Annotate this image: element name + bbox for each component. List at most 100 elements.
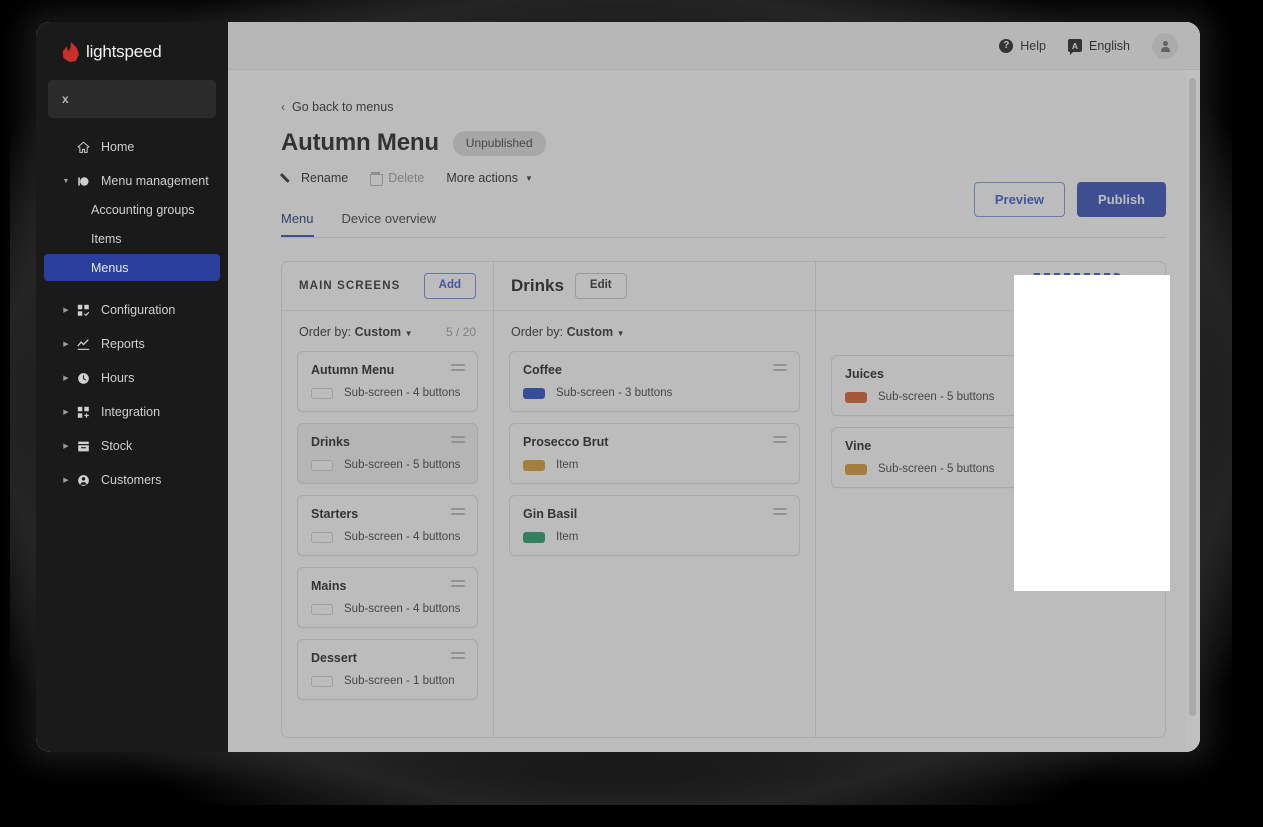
card-subtitle: Sub-screen - 4 buttons [344,387,461,399]
drag-handle-icon[interactable] [451,364,465,371]
card-subtitle: Sub-screen - 5 buttons [878,391,995,403]
screen-card[interactable]: Drinks Sub-screen - 5 buttons [297,423,478,484]
drag-handle-icon[interactable] [773,436,787,443]
status-badge: Unpublished [452,130,546,156]
scrollbar-thumb[interactable] [1189,78,1196,716]
sidebar-search-input[interactable]: x [48,80,216,118]
preview-button[interactable]: Preview [973,182,1066,217]
drinks-header: Drinks Edit [494,262,815,311]
sidebar-item-label: Customers [101,473,162,487]
screen-card[interactable]: Autumn Menu Sub-screen - 4 buttons [297,351,478,412]
screen-card[interactable]: Mains Sub-screen - 4 buttons [297,567,478,628]
sidebar-item-integration[interactable]: ▶ Integration [44,397,220,427]
header-actions: Preview Publish [973,182,1166,217]
drag-handle-icon[interactable] [451,652,465,659]
hours-icon [74,372,92,385]
vertical-scrollbar[interactable] [1189,78,1196,733]
translate-icon: A [1068,39,1082,55]
main-screens-header: MAIN SCREENS Add [282,262,493,311]
order-by-label: Order by: [299,325,352,339]
drink-card[interactable]: Coffee Sub-screen - 3 buttons [509,351,800,412]
help-button[interactable]: ? Help [999,38,1046,53]
chevron-right-icon[interactable]: ▶ [58,341,74,348]
delete-label: Delete [388,171,425,185]
more-actions-button[interactable]: More actions ▼ [446,171,532,185]
chevron-right-icon[interactable]: ▶ [58,375,74,382]
sidebar-item-hours[interactable]: ▶ Hours [44,363,220,393]
card-subtitle: Sub-screen - 5 buttons [344,459,461,471]
drag-handle-icon[interactable] [451,508,465,515]
card-subtitle: Item [556,531,579,543]
menu-management-icon [74,175,92,188]
color-chip [311,459,333,471]
main-screens-orderbar: Order by: Custom ▼ 5 / 20 [282,311,493,345]
screen-counter: 5 / 20 [445,325,476,339]
back-to-menus-link[interactable]: ‹ Go back to menus [281,100,1166,114]
spotlight-region [1014,275,1170,591]
card-subtitle: Sub-screen - 5 buttons [878,463,995,475]
screen-card[interactable]: Dessert Sub-screen - 1 button [297,639,478,700]
edit-drinks-button[interactable]: Edit [574,273,627,299]
order-by-value: Custom [566,325,614,339]
card-meta: Item [523,531,786,543]
sidebar-subitem-accounting-groups[interactable]: Accounting groups [44,196,220,223]
chevron-right-icon[interactable]: ▶ [58,307,74,314]
drink-card[interactable]: Gin Basil Item [509,495,800,556]
top-bar: ? Help A English [228,22,1200,70]
order-by-dropdown[interactable]: Order by: Custom ▼ [299,325,413,339]
sidebar-subitem-menus[interactable]: Menus [44,254,220,281]
color-chip [311,675,333,687]
chevron-down-icon: ▼ [404,329,413,338]
drinks-column: Drinks Edit Order by: Custom ▼ Coffee Su… [494,262,816,737]
drag-handle-icon[interactable] [451,436,465,443]
sidebar-subitem-items[interactable]: Items [44,225,220,252]
sidebar-subitem-label: Menus [91,260,129,275]
sidebar-item-reports[interactable]: ▶ Reports [44,329,220,359]
drag-handle-icon[interactable] [451,580,465,587]
color-chip [311,387,333,399]
card-title: Gin Basil [523,507,578,521]
sidebar-item-configuration[interactable]: ▶ Configuration [44,295,220,325]
main-screens-title: MAIN SCREENS [299,280,401,292]
sidebar-item-label: Hours [101,371,135,385]
drinks-card-list: Coffee Sub-screen - 3 buttons Prosecco B… [494,345,815,737]
drag-handle-icon[interactable] [773,364,787,371]
sidebar-item-customers[interactable]: ▶ Customers [44,465,220,495]
chevron-down-icon: ▼ [524,173,533,183]
sidebar-divider-gap [36,281,228,295]
publish-button[interactable]: Publish [1077,182,1166,217]
application-window: lightspeed x Home ▼ Menu management Acco… [36,22,1200,752]
pencil-icon [281,172,294,185]
add-main-screen-button[interactable]: Add [423,273,476,299]
lightspeed-flame-icon [62,42,79,62]
reports-icon [74,338,92,351]
avatar[interactable] [1152,32,1178,59]
drink-card[interactable]: Prosecco Brut Item [509,423,800,484]
sidebar-item-label: Integration [101,405,161,419]
tab-device-overview[interactable]: Device overview [342,211,437,237]
screen-card[interactable]: Starters Sub-screen - 4 buttons [297,495,478,556]
order-by-dropdown[interactable]: Order by: Custom ▼ [511,325,625,339]
user-avatar-icon [1160,41,1170,52]
language-selector[interactable]: A English [1068,39,1130,55]
rename-label: Rename [301,171,349,185]
card-title: Mains [311,579,347,593]
card-meta: Sub-screen - 3 buttons [523,387,786,399]
card-meta: Sub-screen - 4 buttons [311,387,464,399]
integration-icon [74,406,92,419]
sidebar-item-stock[interactable]: ▶ Stock [44,431,220,461]
chevron-down-icon[interactable]: ▼ [58,178,74,185]
chevron-right-icon[interactable]: ▶ [58,443,74,450]
configuration-icon [74,304,92,317]
chevron-right-icon[interactable]: ▶ [58,409,74,416]
sidebar-item-menu-management[interactable]: ▼ Menu management [44,166,220,196]
sidebar-item-home[interactable]: Home [44,132,220,162]
main-screens-card-list: Autumn Menu Sub-screen - 4 buttons Drink… [282,345,493,737]
drag-handle-icon[interactable] [773,508,787,515]
color-chip [311,603,333,615]
chevron-right-icon[interactable]: ▶ [58,477,74,484]
tab-menu[interactable]: Menu [281,211,314,237]
order-by-label: Order by: [511,325,564,339]
rename-button[interactable]: Rename [281,171,348,185]
card-title: Drinks [311,435,350,449]
